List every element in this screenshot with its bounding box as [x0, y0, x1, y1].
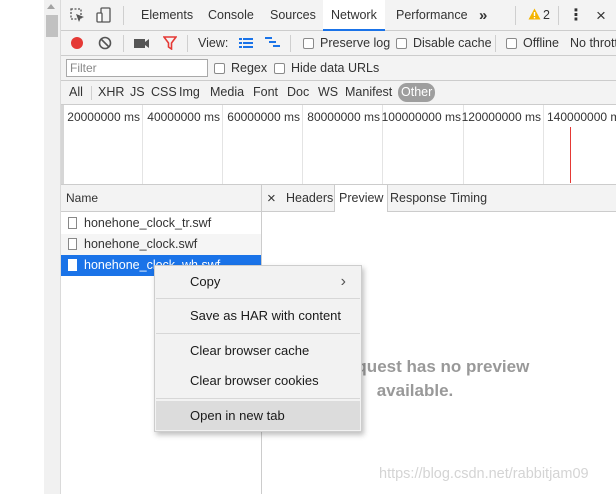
tab-timing[interactable]: Timing: [450, 185, 487, 212]
type-filter-media[interactable]: Media: [207, 83, 247, 102]
disable-cache-checkbox[interactable]: [396, 38, 407, 49]
overview-window-handle[interactable]: [61, 105, 64, 184]
network-toolbar: View: Preserve log Disable cache Offline…: [61, 31, 616, 56]
timeline-tick-label: 140000000 ms: [547, 110, 616, 124]
menu-item-clear-cache[interactable]: Clear browser cache: [156, 336, 360, 365]
large-rows-icon[interactable]: [239, 38, 253, 49]
hide-data-urls-label[interactable]: Hide data URLs: [291, 56, 379, 81]
menu-item-clear-cookies[interactable]: Clear browser cookies: [156, 366, 360, 395]
file-icon: [68, 217, 77, 229]
toolbar-divider: [187, 35, 188, 52]
type-filter-ws[interactable]: WS: [315, 83, 341, 102]
type-filter-js[interactable]: JS: [127, 83, 148, 102]
menu-separator: [156, 298, 360, 299]
tabbar-divider: [123, 6, 124, 25]
page-margin: [0, 0, 44, 494]
menu-separator: [156, 333, 360, 334]
timeline-tick-label: 20000000 ms: [67, 110, 140, 124]
hide-data-urls-checkbox[interactable]: [274, 63, 285, 74]
detail-tabbar: × Headers Preview Response Timing: [262, 185, 616, 212]
request-name: honehone_clock_tr.swf: [84, 216, 212, 230]
menu-item-copy[interactable]: Copy ›: [156, 267, 360, 296]
timeline-gridline: [222, 105, 223, 184]
tab-performance[interactable]: Performance: [396, 0, 468, 31]
file-icon: [68, 259, 77, 271]
request-row[interactable]: honehone_clock.swf: [61, 234, 261, 255]
record-button[interactable]: [70, 36, 84, 50]
type-filter-all[interactable]: All: [66, 83, 86, 102]
close-devtools-icon[interactable]: ×: [596, 0, 606, 31]
view-label: View:: [198, 36, 229, 50]
page-scroll-thumb[interactable]: [46, 15, 58, 37]
timeline-gridline: [302, 105, 303, 184]
timeline-overview[interactable]: 20000000 ms 40000000 ms 60000000 ms 8000…: [61, 105, 616, 185]
waterfall-icon[interactable]: [265, 37, 280, 49]
timeline-gridline: [543, 105, 544, 184]
timeline-tick-label: 60000000 ms: [227, 110, 300, 124]
filter-row: Regex Hide data URLs: [61, 56, 616, 81]
disable-cache-label[interactable]: Disable cache: [413, 31, 492, 56]
menu-item-label: Copy: [190, 274, 221, 289]
type-divider: [91, 86, 92, 100]
watermark: https://blog.csdn.net/rabbitjam09: [379, 466, 589, 482]
tab-preview[interactable]: Preview: [334, 185, 389, 212]
timeline-tick-label: 80000000 ms: [307, 110, 380, 124]
preserve-log-label[interactable]: Preserve log: [320, 31, 390, 56]
timeline-tick-label: 120000000 ms: [461, 110, 541, 124]
timeline-tick-label: 100000000 ms: [381, 110, 461, 124]
type-filter-xhr[interactable]: XHR: [95, 83, 127, 102]
timeline-gridline: [142, 105, 143, 184]
load-event-marker: [570, 127, 571, 183]
tabbar-divider: [558, 6, 559, 25]
submenu-arrow-icon: ›: [340, 273, 346, 290]
tab-response[interactable]: Response: [390, 185, 446, 212]
file-icon: [68, 238, 77, 250]
type-filter-img[interactable]: Img: [176, 83, 203, 102]
clear-icon[interactable]: [98, 36, 112, 50]
more-tabs-button[interactable]: »: [479, 0, 487, 31]
throttling-select[interactable]: No throttling: [570, 31, 616, 56]
filter-input[interactable]: [66, 59, 208, 77]
tab-network[interactable]: Network: [323, 0, 385, 31]
request-row[interactable]: honehone_clock_tr.swf: [61, 213, 261, 234]
screenshot-camera-icon[interactable]: [134, 37, 150, 49]
warning-count[interactable]: 2: [543, 0, 550, 31]
regex-label[interactable]: Regex: [231, 56, 267, 81]
page-scrollbar[interactable]: [44, 0, 61, 494]
toolbar-divider: [495, 35, 496, 52]
tab-sources[interactable]: Sources: [270, 0, 316, 31]
type-filter-manifest[interactable]: Manifest: [342, 83, 395, 102]
menu-item-save-har[interactable]: Save as HAR with content: [156, 301, 360, 330]
resource-type-filters: All XHR JS CSS Img Media Font Doc WS Man…: [61, 81, 616, 105]
tab-elements[interactable]: Elements: [141, 0, 193, 31]
tabbar-divider: [515, 6, 516, 25]
context-menu: Copy › Save as HAR with content Clear br…: [154, 265, 362, 432]
menu-item-open-new-tab[interactable]: Open in new tab: [156, 401, 360, 430]
preserve-log-checkbox[interactable]: [303, 38, 314, 49]
filter-funnel-icon[interactable]: [163, 36, 177, 50]
regex-checkbox[interactable]: [214, 63, 225, 74]
type-filter-doc[interactable]: Doc: [284, 83, 312, 102]
toolbar-divider: [123, 35, 124, 52]
type-filter-font[interactable]: Font: [250, 83, 281, 102]
menu-separator: [156, 398, 360, 399]
device-toolbar-icon[interactable]: [96, 7, 112, 24]
close-detail-icon[interactable]: ×: [267, 185, 276, 212]
name-column-header[interactable]: Name: [61, 185, 261, 212]
request-name: honehone_clock.swf: [84, 237, 198, 251]
type-filter-other[interactable]: Other: [398, 83, 436, 102]
toolbar-divider: [290, 35, 291, 52]
offline-label[interactable]: Offline: [523, 31, 559, 56]
customize-menu-icon[interactable]: ⋮: [568, 0, 584, 31]
devtools-tabbar: Elements Console Sources Network Perform…: [61, 0, 616, 31]
warning-icon[interactable]: [528, 8, 541, 20]
offline-checkbox[interactable]: [506, 38, 517, 49]
tab-headers[interactable]: Headers: [286, 185, 333, 212]
inspect-element-icon[interactable]: [70, 8, 86, 24]
tab-console[interactable]: Console: [208, 0, 254, 31]
type-filter-css[interactable]: CSS: [148, 83, 180, 102]
scroll-up-arrow-icon[interactable]: [47, 4, 55, 9]
timeline-tick-label: 40000000 ms: [147, 110, 220, 124]
